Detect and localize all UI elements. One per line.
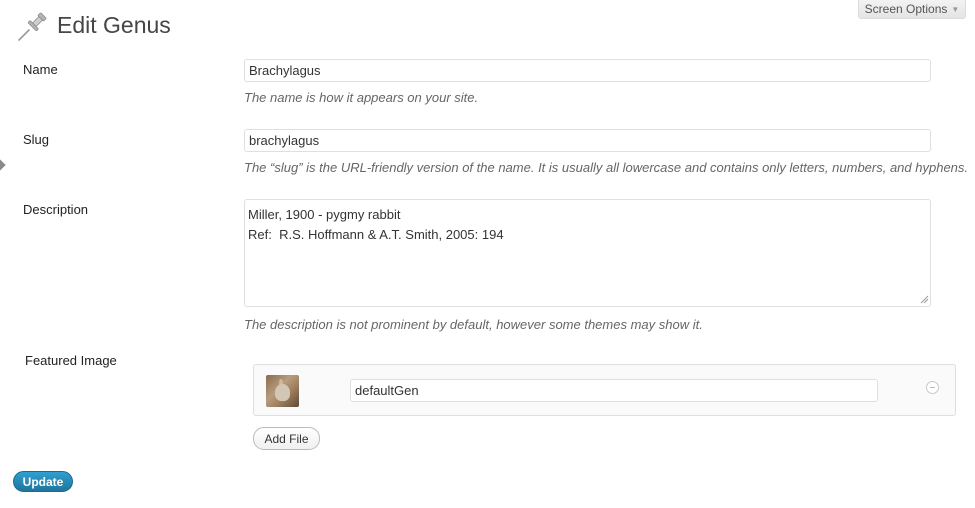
update-button[interactable]: Update [13, 471, 73, 492]
resize-grip-icon[interactable] [919, 294, 929, 304]
file-name-input[interactable] [350, 379, 878, 402]
screen-options-label: Screen Options [864, 2, 948, 16]
slug-input[interactable] [244, 129, 931, 152]
remove-circle-icon[interactable] [926, 381, 939, 394]
pushpin-icon [18, 12, 47, 41]
name-label: Name [23, 62, 58, 77]
name-input[interactable] [244, 59, 931, 82]
screen-options-button[interactable]: Screen Options ▼ [858, 0, 966, 19]
featured-image-label: Featured Image [25, 353, 117, 368]
description-help-text: The description is not prominent by defa… [244, 317, 703, 332]
page-title: Edit Genus [57, 12, 171, 38]
description-textarea[interactable]: Miller, 1900 - pygmy rabbit Ref: R.S. Ho… [244, 199, 931, 307]
name-help-text: The name is how it appears on your site. [244, 90, 479, 105]
collapse-menu-arrow-icon[interactable] [0, 159, 6, 171]
slug-label: Slug [23, 132, 50, 147]
add-file-button[interactable]: Add File [253, 427, 320, 450]
rabbit-thumbnail[interactable] [266, 375, 299, 407]
rabbit-body-shape [275, 384, 290, 401]
description-label: Description [23, 202, 89, 217]
featured-image-file-row [253, 364, 956, 416]
slug-help-text: The “slug” is the URL-friendly version o… [244, 160, 969, 175]
triangle-down-icon: ▼ [951, 4, 960, 14]
